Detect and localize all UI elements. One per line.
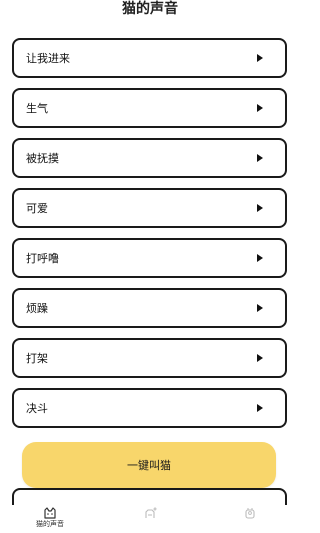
cat-icon [44,507,56,519]
play-icon [257,104,263,112]
sound-item-label: 被抚摸 [26,152,59,165]
sound-item-fight[interactable]: 打架 [12,338,287,378]
play-icon [257,304,263,312]
sound-item-label: 决斗 [26,402,48,415]
sound-item-label: 可爱 [26,202,48,215]
sound-item-irritated[interactable]: 烦躁 [12,288,287,328]
sound-item-label: 打架 [26,352,48,365]
sound-item-label: 烦躁 [26,302,48,315]
play-icon [257,404,263,412]
profile-icon [245,508,255,519]
play-icon [257,254,263,262]
play-icon [257,154,263,162]
sound-item-cute[interactable]: 可爱 [12,188,287,228]
sound-item-petted[interactable]: 被抚摸 [12,138,287,178]
bottom-tab-bar: 猫的声音 [0,505,300,533]
call-cat-button[interactable]: 一键叫猫 [22,442,276,488]
page-title: 猫的声音 [122,1,178,17]
sound-item-label: 打呼噜 [26,252,59,265]
sound-item-let-me-in[interactable]: 让我进来 [12,38,287,78]
play-icon [257,204,263,212]
sound-item-angry[interactable]: 生气 [12,88,287,128]
play-icon [257,54,263,62]
tab-profile[interactable] [200,505,300,520]
pet-icon [145,507,157,518]
sound-item-label: 生气 [26,102,48,115]
sound-item-duel[interactable]: 决斗 [12,388,287,428]
tab-cat-sounds[interactable]: 猫的声音 [0,505,100,528]
tab-label: 猫的声音 [36,520,64,528]
sound-item-purr[interactable]: 打呼噜 [12,238,287,278]
sound-list: 让我进来 生气 被抚摸 可爱 打呼噜 烦躁 打架 决斗 [12,38,288,438]
play-icon [257,354,263,362]
tab-pet[interactable] [100,505,200,520]
sound-item-label: 让我进来 [26,52,70,65]
